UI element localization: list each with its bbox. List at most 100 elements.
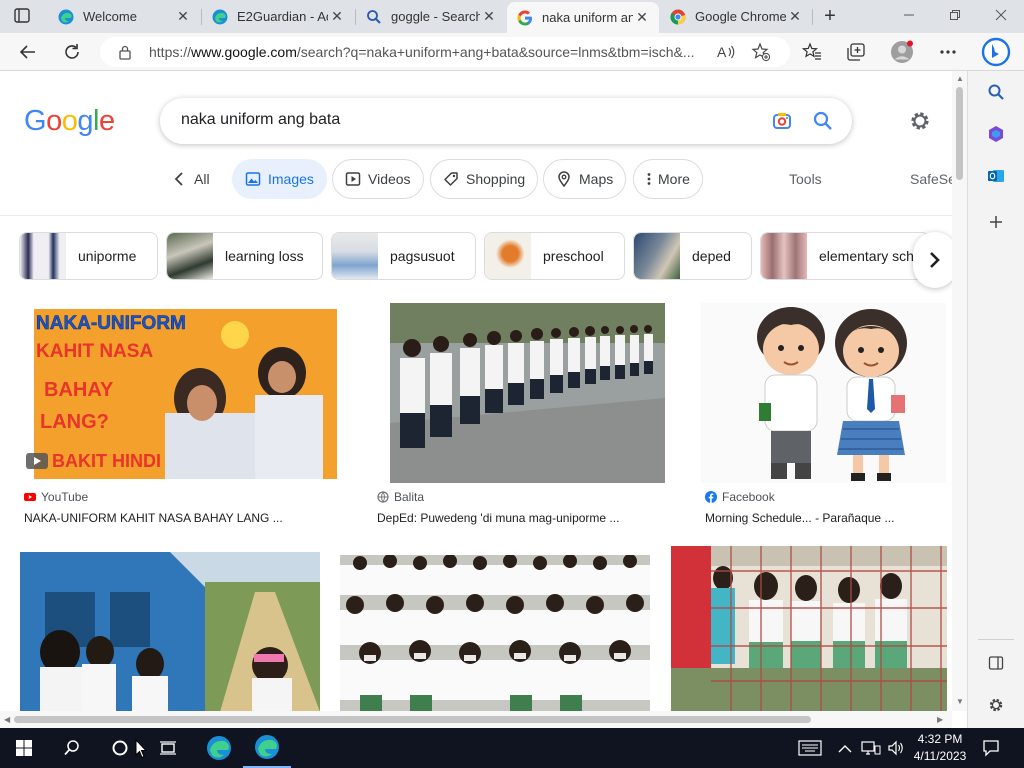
related-next-button[interactable] — [913, 232, 952, 288]
notifications-button[interactable] — [982, 739, 1000, 762]
tab-welcome[interactable]: Welcome ✕ — [48, 0, 200, 33]
image-result[interactable]: NAKA-UNIFORM KAHIT NASA BAHAY LANG? BAKI… — [20, 303, 350, 528]
result-thumbnail[interactable] — [390, 303, 665, 483]
image-result[interactable] — [20, 552, 320, 711]
system-clock[interactable]: 4:32 PM 4/11/2023 — [912, 731, 968, 765]
google-icon — [517, 10, 533, 26]
result-source[interactable]: Facebook — [705, 490, 775, 504]
refresh-button[interactable] — [59, 39, 85, 65]
read-aloud-icon[interactable]: A — [716, 43, 736, 61]
camera-search-icon[interactable] — [772, 111, 792, 131]
result-thumbnail[interactable] — [701, 303, 946, 483]
tab-google-chrome[interactable]: Google Chrome ✕ — [660, 0, 812, 33]
collections-button[interactable] — [843, 39, 869, 65]
volume-icon[interactable] — [887, 740, 905, 761]
related-chip-pagsusuot[interactable]: pagsusuot — [331, 232, 476, 280]
sidebar-add-button[interactable] — [984, 210, 1008, 234]
result-title[interactable]: NAKA-UNIFORM KAHIT NASA BAHAY LANG ... — [24, 511, 283, 525]
keyboard-layout-icon[interactable] — [798, 740, 822, 761]
url-text[interactable]: https://www.google.com/search?q=naka+uni… — [149, 44, 707, 60]
image-icon — [245, 172, 261, 186]
scroll-up-arrow[interactable]: ▲ — [956, 74, 964, 83]
bing-chat-button[interactable] — [980, 36, 1012, 68]
related-chip-elementary-school[interactable]: elementary sch — [760, 232, 930, 280]
sidebar-office-button[interactable] — [984, 122, 1008, 146]
task-view-button[interactable] — [144, 728, 192, 768]
nav-images[interactable]: Images — [232, 159, 327, 199]
close-tab-icon[interactable]: ✕ — [480, 8, 498, 25]
nav-tools[interactable]: Tools — [789, 171, 822, 187]
network-icon[interactable] — [861, 740, 881, 761]
related-chip-deped[interactable]: deped — [633, 232, 752, 280]
svg-text:A: A — [717, 44, 727, 60]
sidebar-hide-button[interactable] — [984, 651, 1008, 675]
close-tab-icon[interactable]: ✕ — [633, 9, 651, 26]
search-query[interactable]: naka uniform ang bata — [181, 111, 340, 129]
result-title[interactable]: DepEd: Puwedeng 'di muna mag-uniporme ..… — [377, 511, 619, 525]
related-thumb — [332, 233, 378, 279]
settings-and-more-button[interactable] — [935, 39, 961, 65]
related-chip-uniporme[interactable]: uniporme — [19, 232, 158, 280]
tab-naka-uniform[interactable]: naka uniform an ✕ — [507, 2, 659, 33]
result-title[interactable]: Morning Schedule... - Parañaque ... — [705, 511, 894, 525]
taskbar-edge-active-button[interactable] — [243, 728, 291, 768]
horizontal-scrollbar[interactable]: ◀ ▶ — [0, 711, 952, 728]
scroll-right-arrow[interactable]: ▶ — [937, 715, 943, 724]
add-favorite-icon[interactable] — [751, 42, 771, 62]
thumbnail-caption-line: LANG? — [40, 411, 109, 433]
close-tab-icon[interactable]: ✕ — [786, 8, 804, 25]
related-chip-learning-loss[interactable]: learning loss — [166, 232, 323, 280]
tab-goggle-search[interactable]: goggle - Search ✕ — [356, 0, 506, 33]
sidebar-settings-button[interactable] — [984, 693, 1008, 717]
result-thumbnail[interactable] — [340, 555, 650, 711]
nav-safesearch[interactable]: SafeSe — [910, 171, 952, 187]
minimize-button[interactable] — [886, 0, 932, 33]
image-result[interactable] — [671, 546, 947, 711]
logo-letter: g — [77, 105, 93, 137]
close-tab-icon[interactable]: ✕ — [328, 8, 346, 25]
tab-actions-icon[interactable] — [12, 7, 32, 25]
search-icon[interactable] — [812, 110, 834, 132]
image-result[interactable]: Balita DepEd: Puwedeng 'di muna mag-unip… — [373, 303, 683, 528]
restore-button[interactable] — [932, 0, 978, 33]
taskbar-search-button[interactable] — [48, 728, 96, 768]
close-window-button[interactable] — [978, 0, 1024, 33]
result-source[interactable]: YouTube — [24, 490, 88, 504]
thumbnail-caption-line: BAKIT HINDI — [52, 451, 161, 471]
address-bar[interactable]: https://www.google.com/search?q=naka+uni… — [100, 37, 790, 67]
result-thumbnail[interactable]: NAKA-UNIFORM KAHIT NASA BAHAY LANG? BAKI… — [20, 303, 350, 483]
related-chip-preschool[interactable]: preschool — [484, 232, 625, 280]
google-logo[interactable]: Google — [24, 105, 115, 138]
vertical-scroll-thumb[interactable] — [956, 87, 963, 180]
settings-gear-icon[interactable] — [907, 108, 933, 134]
tab-title: Google Chrome — [695, 9, 786, 24]
show-hidden-icons-chevron-icon[interactable] — [838, 741, 852, 759]
nav-all[interactable]: All — [174, 171, 210, 187]
nav-more[interactable]: More — [633, 159, 703, 199]
sidebar-search-button[interactable] — [984, 80, 1008, 104]
nav-maps[interactable]: Maps — [543, 159, 627, 199]
scroll-left-arrow[interactable]: ◀ — [4, 715, 10, 724]
nav-videos[interactable]: Videos — [332, 159, 424, 199]
profile-button[interactable] — [889, 39, 915, 65]
new-tab-button[interactable]: + — [818, 4, 842, 28]
image-result[interactable]: Facebook Morning Schedule... - Parañaque… — [701, 303, 948, 528]
result-thumbnail[interactable] — [20, 552, 320, 711]
horizontal-scroll-thumb[interactable] — [14, 716, 811, 723]
back-button[interactable] — [15, 39, 41, 65]
taskbar-edge-button[interactable] — [195, 728, 243, 768]
tab-e2guardian[interactable]: E2Guardian - Ac ✕ — [202, 0, 354, 33]
result-source-label: Facebook — [722, 490, 775, 504]
result-source[interactable]: Balita — [377, 490, 424, 504]
start-button[interactable] — [0, 728, 48, 768]
vertical-scrollbar[interactable]: ▲ ▼ — [952, 71, 967, 711]
favorites-button[interactable] — [799, 39, 825, 65]
sidebar-outlook-button[interactable] — [984, 164, 1008, 188]
close-tab-icon[interactable]: ✕ — [174, 8, 192, 25]
search-box[interactable]: naka uniform ang bata — [160, 98, 852, 144]
result-thumbnail[interactable] — [671, 546, 947, 711]
image-result[interactable] — [340, 555, 650, 711]
nav-shopping[interactable]: Shopping — [430, 159, 539, 199]
lock-icon[interactable] — [118, 45, 132, 60]
scroll-down-arrow[interactable]: ▼ — [956, 697, 964, 706]
